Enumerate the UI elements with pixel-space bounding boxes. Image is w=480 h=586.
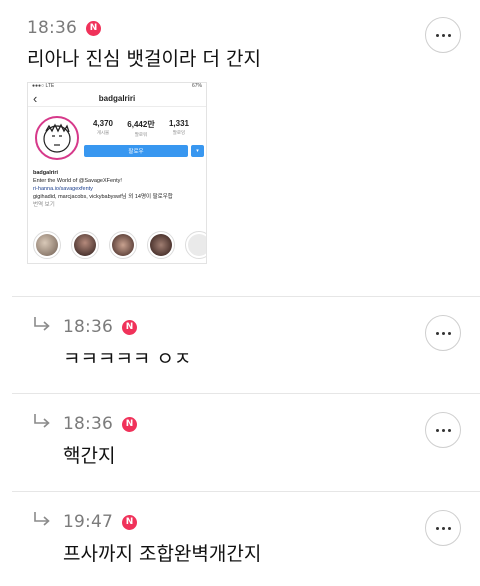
reply-arrow-icon: [34, 414, 50, 428]
new-badge: N: [122, 416, 137, 432]
post-text: 리아나 진심 뱃걸이라 더 간지: [27, 48, 261, 70]
ig-stat-num: 6,442만: [127, 120, 155, 129]
ig-bio-followed-by: gigihadid, marcjacobs, vickybabyswf님 외 1…: [33, 194, 173, 200]
ig-avatar: [35, 116, 79, 160]
dot-icon: [441, 331, 445, 335]
ig-bio-link: ri-hanna.io/savagexfenty: [33, 186, 93, 192]
ig-highlight: [109, 231, 137, 259]
post-time: 18:36: [27, 18, 77, 38]
ig-nav-bar: ‹ badgalriri: [28, 90, 206, 107]
ig-stat-followers: 6,442만 팔로워: [122, 119, 160, 138]
dot-icon: [441, 33, 445, 37]
dot-icon: [441, 526, 445, 530]
avatar-face-icon: [43, 123, 71, 153]
dot-icon: [447, 33, 451, 37]
dot-icon: [447, 526, 451, 530]
dot-icon: [447, 428, 451, 432]
ig-bio: badgalriri Enter the World of @SavageXFe…: [33, 169, 205, 209]
more-options-button[interactable]: [425, 412, 461, 448]
ig-stat-num: 4,370: [92, 119, 114, 128]
ig-stat-label: 팔로잉: [172, 130, 186, 135]
ig-stat-label: 게시물: [96, 130, 110, 135]
new-badge: N: [122, 319, 137, 335]
dot-icon: [441, 428, 445, 432]
reply-time: 18:36: [63, 414, 113, 434]
divider: [12, 393, 480, 394]
ig-highlight: [147, 231, 175, 259]
more-options-button[interactable]: [425, 17, 461, 53]
dot-icon: [435, 33, 439, 37]
reply-time: 18:36: [63, 317, 113, 337]
reply-text: 핵간지: [63, 445, 116, 467]
ig-username: badgalriri: [98, 93, 136, 103]
more-options-button[interactable]: [425, 315, 461, 351]
reply-meta: 18:36 N: [63, 414, 137, 434]
reply-meta: 18:36 N: [63, 317, 137, 337]
post-meta: 18:36 N: [27, 18, 101, 38]
dot-icon: [435, 526, 439, 530]
ig-highlight: [185, 231, 206, 259]
reply-text: 프사까지 조합완벽개간지: [63, 543, 262, 565]
ig-battery: 67%: [191, 83, 202, 89]
dot-icon: [435, 428, 439, 432]
reply-meta: 19:47 N: [63, 512, 137, 532]
new-badge: N: [122, 514, 137, 530]
dot-icon: [435, 331, 439, 335]
back-arrow-icon: ‹: [33, 91, 38, 106]
reply-time: 19:47: [63, 512, 113, 532]
attached-image[interactable]: ●●●○ LTE 67% ‹ badgalriri 4,370 게시물 6,44…: [27, 82, 207, 264]
ig-stat-label: 팔로워: [134, 132, 148, 137]
ig-bio-name: badgalriri: [33, 170, 59, 176]
ig-highlight: [33, 231, 61, 259]
ig-follow-button: 팔로우: [84, 145, 188, 157]
reply-arrow-icon: [34, 317, 50, 331]
reply-arrow-icon: [34, 512, 50, 526]
ig-story-highlights: [33, 231, 206, 259]
ig-bio-translate: 번역 보기: [33, 202, 55, 208]
ig-stat-num: 1,331: [168, 119, 190, 128]
ig-highlight: [71, 231, 99, 259]
chevron-down-icon: ▾: [191, 145, 204, 157]
divider: [12, 491, 480, 492]
post: 18:36 N 리아나 진심 뱃걸이라 더 간지 ●●●○ LTE 67% ‹ …: [0, 0, 480, 296]
ig-signal: ●●●○ LTE: [32, 83, 55, 89]
ig-stat-following: 1,331 팔로잉: [160, 119, 198, 138]
divider: [12, 296, 480, 297]
new-badge: N: [86, 20, 101, 36]
ig-stat-posts: 4,370 게시물: [84, 119, 122, 138]
ig-bio-line: Enter the World of @SavageXFenty!: [33, 178, 122, 184]
more-options-button[interactable]: [425, 510, 461, 546]
ig-status-bar: ●●●○ LTE 67%: [28, 83, 206, 90]
reply-text: ㅋㅋㅋㅋㅋ ㅇㅈ: [63, 348, 192, 370]
ig-stats: 4,370 게시물 6,442만 팔로워 1,331 팔로잉: [84, 119, 198, 138]
dot-icon: [447, 331, 451, 335]
